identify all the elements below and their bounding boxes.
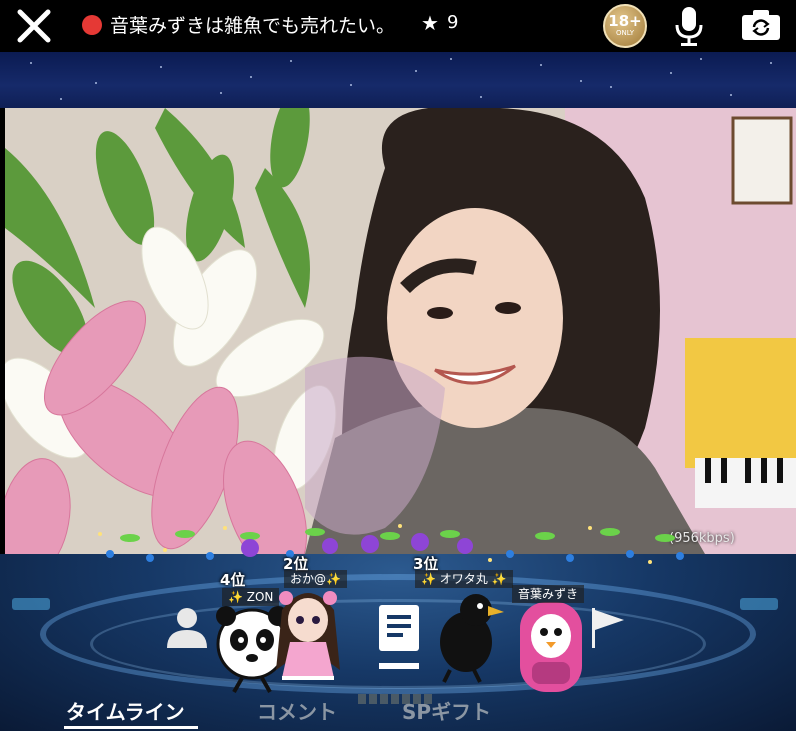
live-dot-icon bbox=[82, 15, 102, 35]
live-video-frame[interactable] bbox=[5, 108, 796, 554]
flag-icon[interactable] bbox=[588, 606, 628, 650]
timeline-document-icon[interactable] bbox=[376, 603, 422, 673]
tab-sp-gift[interactable]: SPギフト bbox=[402, 696, 491, 725]
active-tab-indicator bbox=[64, 726, 198, 729]
avatar-gothic-girl[interactable] bbox=[268, 580, 348, 690]
starfield-banner bbox=[0, 52, 796, 108]
profile-icon[interactable] bbox=[164, 604, 210, 650]
age-badge-sub: ONLY bbox=[616, 29, 634, 37]
ranking-name-label[interactable]: ✨ オワタ丸 ✨ bbox=[415, 570, 513, 588]
stage-light bbox=[12, 598, 50, 610]
broadcaster-name-label[interactable]: 音葉みずき bbox=[512, 585, 585, 603]
avatar-bird[interactable] bbox=[430, 584, 506, 684]
ranking-name-label[interactable]: おか@✨ bbox=[284, 570, 347, 588]
ranking-name-label[interactable]: ✨ ZON bbox=[222, 588, 280, 606]
microphone-icon[interactable] bbox=[672, 5, 706, 47]
close-icon[interactable] bbox=[14, 6, 54, 46]
top-bar: 音葉みずきは雑魚でも売れたい。 ★ 9 18+ ONLY bbox=[0, 0, 796, 52]
avatar-penguin[interactable] bbox=[516, 596, 586, 696]
age-badge-number: 18+ bbox=[608, 12, 642, 30]
star-icon: ★ bbox=[421, 11, 439, 35]
gift-flowers-decoration bbox=[98, 524, 684, 564]
broadcast-title: 音葉みずきは雑魚でも売れたい。 bbox=[110, 15, 396, 37]
ranking-rank-label: 4位 bbox=[220, 571, 246, 589]
tab-comment[interactable]: コメント bbox=[257, 696, 337, 725]
stage-light bbox=[740, 598, 778, 610]
camera-switch-icon[interactable] bbox=[740, 8, 782, 42]
tab-timeline[interactable]: タイムライン bbox=[66, 696, 185, 725]
age-restriction-badge: 18+ ONLY bbox=[603, 4, 647, 48]
star-count: 9 bbox=[447, 12, 459, 33]
tab-bar: タイムライン コメント SPギフト bbox=[0, 692, 796, 731]
video-scene bbox=[5, 108, 796, 554]
